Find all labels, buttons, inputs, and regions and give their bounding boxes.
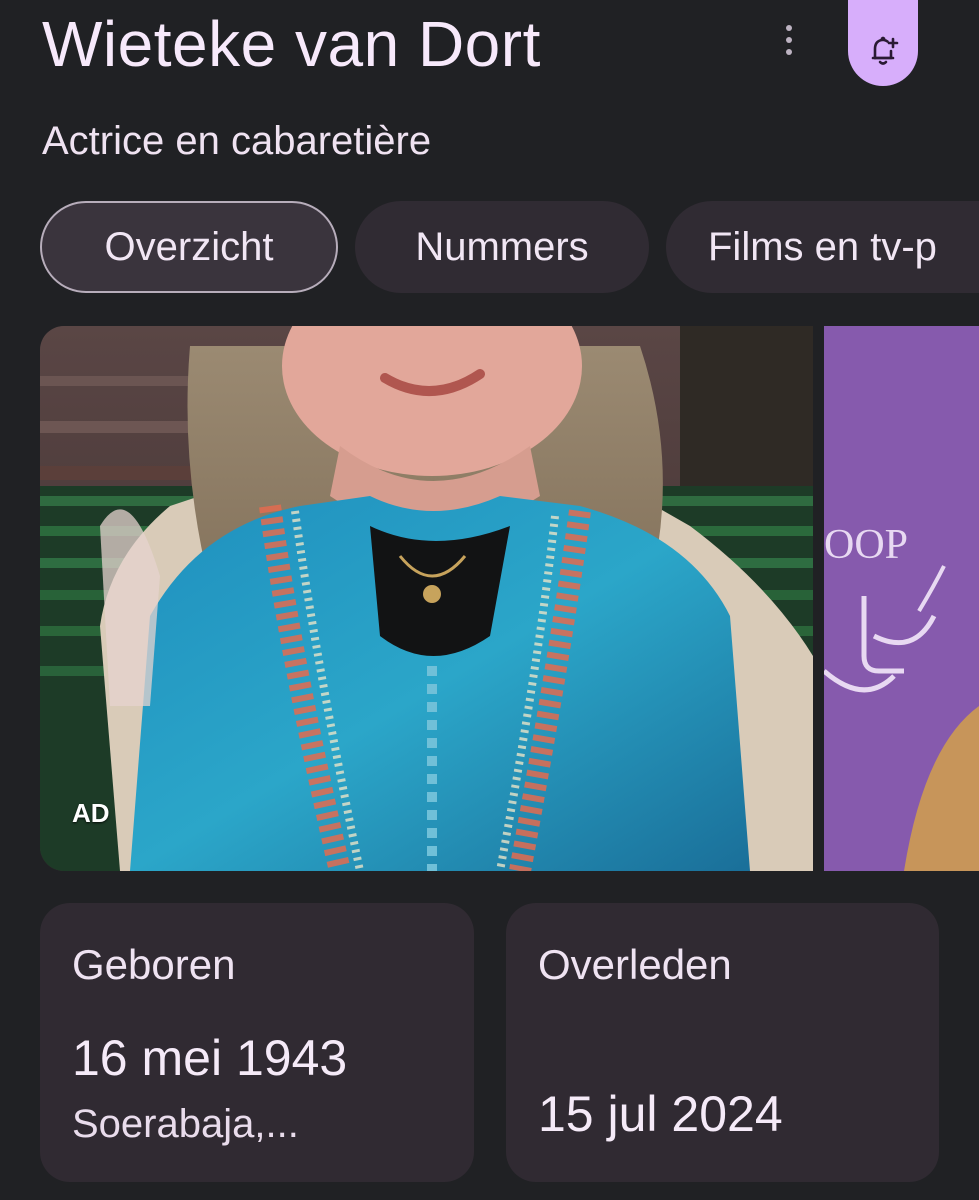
entity-subtitle: Actrice en cabaretière xyxy=(42,119,432,163)
born-label: Geboren xyxy=(72,941,236,988)
died-label: Overleden xyxy=(538,941,732,988)
backdrop-logo-text: OOP xyxy=(824,522,908,568)
tab-overzicht[interactable]: Overzicht xyxy=(40,201,338,293)
tab-films-en-tv[interactable]: Films en tv-p xyxy=(666,201,979,293)
fact-card-born[interactable]: Geboren 16 mei 1943 Soerabaja,... xyxy=(40,903,474,1182)
follow-notification-button[interactable] xyxy=(848,0,918,86)
secondary-image: OOP xyxy=(824,326,979,871)
more-options-button[interactable] xyxy=(770,14,808,66)
tab-bar: Overzicht Nummers Films en tv-p xyxy=(40,201,979,293)
knowledge-panel-header: Wieteke van Dort Actrice en cabaretière xyxy=(0,0,979,190)
photo-main[interactable]: AD xyxy=(40,326,813,871)
born-date: 16 mei 1943 xyxy=(72,1030,348,1086)
more-vert-dot xyxy=(786,49,792,55)
photo-credit-label: AD xyxy=(72,798,110,828)
more-vert-dot xyxy=(786,37,792,43)
bell-plus-icon xyxy=(871,36,899,65)
more-vert-icon xyxy=(786,25,792,31)
photo-secondary[interactable]: OOP xyxy=(824,326,979,871)
portrait-image xyxy=(40,326,813,871)
born-place: Soerabaja,... xyxy=(72,1102,299,1146)
entity-title: Wieteke van Dort xyxy=(42,8,541,80)
fact-card-died[interactable]: Overleden 15 jul 2024 xyxy=(506,903,939,1182)
tab-nummers[interactable]: Nummers xyxy=(355,201,649,293)
died-date: 15 jul 2024 xyxy=(538,1086,783,1142)
